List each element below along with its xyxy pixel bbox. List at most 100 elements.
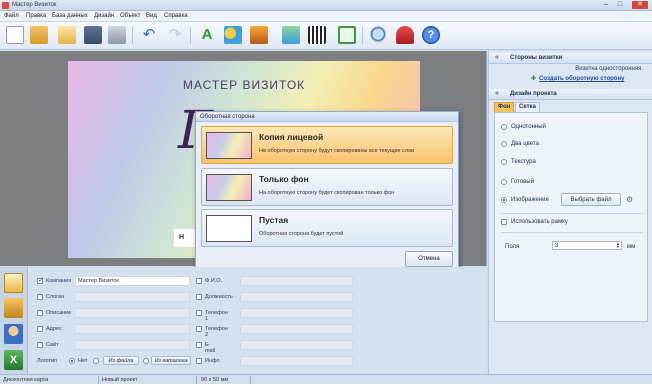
from-file-button[interactable]: Из файла	[103, 356, 139, 365]
gift-icon[interactable]	[396, 26, 414, 44]
site-input[interactable]	[75, 340, 190, 350]
print-icon[interactable]	[108, 26, 126, 44]
background-only-thumbnail	[206, 174, 252, 201]
field-checkbox[interactable]	[196, 294, 202, 300]
gear-icon[interactable]: ⚙	[626, 195, 633, 204]
option-empty[interactable]: Пустая Оборотная сторона будет пустой	[201, 209, 453, 247]
database-icon[interactable]	[4, 298, 23, 318]
logo-none-radio[interactable]	[69, 358, 75, 364]
radio-image[interactable]	[501, 197, 507, 203]
margins-input[interactable]: 3 ▲ ▼	[552, 241, 622, 250]
redo-icon[interactable]: ↷	[166, 26, 184, 44]
margins-unit: мм	[627, 244, 636, 250]
minimize-button[interactable]: –	[600, 1, 612, 9]
field-checkbox[interactable]	[196, 310, 202, 316]
field-checkbox[interactable]	[37, 276, 44, 284]
field-checkbox[interactable]	[196, 326, 202, 332]
save-icon[interactable]	[84, 26, 102, 44]
open-folder-icon[interactable]	[30, 26, 48, 44]
dialog-title: Оборотная сторона	[196, 112, 458, 122]
field-label: Слоган	[46, 294, 65, 300]
logo-catalog-radio[interactable]	[143, 358, 149, 364]
logo-file-radio[interactable]	[93, 358, 99, 364]
company-input[interactable]: Мастер Визиток	[75, 276, 190, 286]
menu-file[interactable]: Файл	[4, 13, 19, 19]
from-catalog-button[interactable]: Из каталога	[151, 356, 191, 365]
radio-label: Изображение	[511, 197, 549, 203]
spinner-icon[interactable]: ▲ ▼	[616, 242, 620, 249]
option-title: Пустая	[259, 215, 289, 225]
map-icon[interactable]	[282, 26, 300, 44]
field-checkbox[interactable]	[196, 342, 202, 348]
new-file-icon[interactable]	[6, 26, 24, 44]
create-back-side-link[interactable]: ✚ Создать оборотную сторону	[531, 75, 624, 82]
field-checkbox[interactable]	[37, 342, 43, 348]
tab-grid[interactable]: Сетка	[515, 102, 540, 112]
description-input[interactable]	[75, 308, 190, 318]
logo-none-label: Нет	[78, 358, 88, 364]
excel-icon[interactable]: X	[4, 350, 23, 370]
background-panel: Однотонный Два цвета Текстура Готовый Из…	[494, 112, 648, 322]
open-template-icon[interactable]	[58, 26, 76, 44]
crop-icon[interactable]	[338, 26, 356, 44]
field-label: Телефон 1	[205, 310, 228, 322]
field-checkbox[interactable]	[196, 278, 202, 284]
radio-solid[interactable]	[501, 124, 507, 130]
right-sidebar: « Стороны визитки Визитка односторонняя.…	[488, 51, 652, 374]
position-input[interactable]	[240, 292, 353, 302]
field-label: Ф.И.О.	[205, 278, 222, 284]
option-background-only[interactable]: Только фон На оборотную сторону будет ск…	[201, 168, 453, 206]
plus-icon: ✚	[531, 76, 537, 82]
field-label: Должность	[205, 294, 233, 300]
maximize-button[interactable]: □	[614, 1, 626, 9]
tab-background[interactable]: Фон	[494, 102, 515, 112]
zoom-icon[interactable]	[370, 26, 388, 44]
field-checkbox[interactable]	[37, 310, 43, 316]
contacts-icon[interactable]	[4, 324, 23, 344]
option-description: Оборотная сторона будет пустой	[259, 231, 344, 237]
radio-label: Текстура	[511, 159, 536, 165]
use-frame-label: Использовать рамку	[511, 219, 568, 225]
radio-ready[interactable]	[501, 179, 507, 185]
menu-object[interactable]: Объект	[120, 13, 140, 19]
email-input[interactable]	[240, 340, 353, 350]
shapes-icon[interactable]	[224, 26, 242, 44]
use-frame-checkbox[interactable]	[501, 219, 507, 225]
menu-database[interactable]: База данных	[52, 13, 88, 19]
menu-view[interactable]: Вид	[146, 13, 157, 19]
address-input[interactable]	[75, 324, 190, 334]
qr-code-icon[interactable]	[308, 26, 326, 44]
radio-label: Однотонный	[511, 124, 546, 130]
close-button[interactable]: ✕	[632, 1, 648, 9]
sides-section-header[interactable]: « Стороны визитки	[489, 53, 652, 64]
image-icon[interactable]	[250, 26, 268, 44]
app-icon	[2, 2, 9, 9]
field-checkbox[interactable]	[37, 326, 43, 332]
phone1-input[interactable]	[240, 308, 353, 318]
menu-help[interactable]: Справка	[164, 13, 188, 19]
name-input[interactable]	[240, 276, 353, 286]
option-title: Копия лицевой	[259, 132, 324, 142]
choose-file-button[interactable]: Выбрать файл	[561, 193, 621, 206]
radio-label: Два цвета	[511, 141, 539, 147]
menu-edit[interactable]: Правка	[26, 13, 46, 19]
field-checkbox[interactable]	[196, 358, 202, 364]
undo-icon[interactable]: ↶	[140, 26, 158, 44]
edit-fields-icon[interactable]	[4, 273, 23, 293]
text-icon[interactable]: A	[198, 26, 216, 44]
option-title: Только фон	[259, 174, 309, 184]
radio-texture[interactable]	[501, 159, 507, 165]
cancel-button[interactable]: Отмена	[405, 251, 453, 267]
help-icon[interactable]: ?	[422, 26, 440, 44]
menu-bar: Файл Правка База данных Дизайн Объект Ви…	[0, 11, 652, 22]
field-checkbox[interactable]	[37, 294, 43, 300]
field-label: E-mail	[205, 342, 216, 354]
phone2-input[interactable]	[240, 324, 353, 334]
status-project-name: Новый проект	[102, 377, 138, 383]
slogan-input[interactable]	[75, 292, 190, 302]
menu-design[interactable]: Дизайн	[94, 13, 114, 19]
info-input[interactable]	[240, 356, 353, 366]
option-copy-front[interactable]: Копия лицевой На оборотную сторону будут…	[201, 126, 453, 164]
radio-two-colors[interactable]	[501, 141, 507, 147]
design-section-header[interactable]: « Дизайн проекта	[489, 89, 652, 100]
